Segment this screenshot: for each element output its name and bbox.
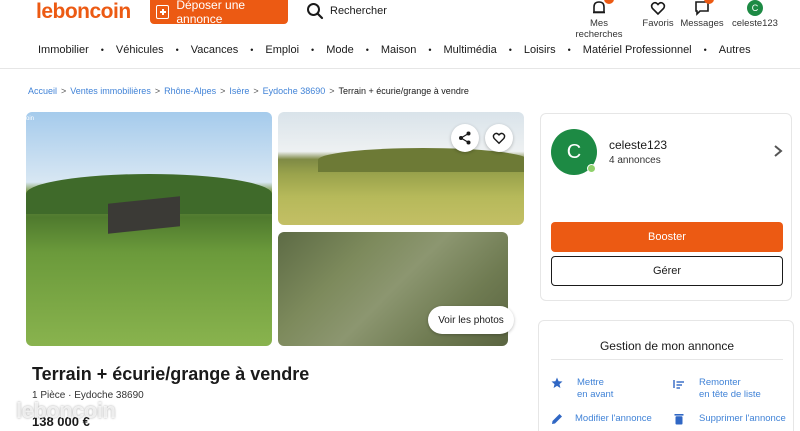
- nav-separator: •: [175, 45, 179, 55]
- photo-hill: [318, 148, 524, 172]
- header-item-account[interactable]: C celeste123: [730, 0, 780, 29]
- header-divider: [0, 68, 800, 69]
- nav-item-mode[interactable]: Mode: [326, 44, 354, 56]
- seller-ad-count: 4 annonces: [609, 155, 661, 166]
- breadcrumb-separator: >: [329, 86, 335, 96]
- nav-item-autres[interactable]: Autres: [719, 44, 751, 56]
- bump-ad-action[interactable]: Remonter en tête de liste: [673, 377, 761, 401]
- action-label: Remonter: [699, 377, 741, 388]
- ad-management-card: Gestion de mon annonce Mettre en avant Re…: [538, 320, 794, 431]
- header-item-label: Favoris: [642, 18, 674, 29]
- nav-separator: •: [428, 45, 432, 55]
- heart-icon: [492, 132, 506, 145]
- manage-button[interactable]: Gérer: [551, 256, 783, 286]
- nav-separator: •: [250, 45, 254, 55]
- post-ad-button[interactable]: Déposer une annonce: [150, 0, 288, 26]
- nav-item-loisirs[interactable]: Loisirs: [524, 44, 556, 56]
- action-label: en tête de liste: [699, 389, 761, 400]
- post-ad-label: Déposer une annonce: [176, 0, 246, 26]
- nav-separator: •: [508, 45, 512, 55]
- breadcrumb-separator: >: [61, 86, 67, 96]
- nav-item-vacances[interactable]: Vacances: [191, 44, 239, 56]
- header: leboncoin Déposer une annonce Rechercher…: [0, 0, 800, 40]
- photo-corner-text: oin: [26, 116, 35, 122]
- nav-item-emploi[interactable]: Emploi: [265, 44, 299, 56]
- breadcrumb: Accueil > Ventes immobilières > Rhône-Alpe…: [28, 86, 469, 96]
- share-icon: [459, 131, 471, 145]
- nav-separator: •: [100, 45, 104, 55]
- header-item-favoris[interactable]: Favoris: [638, 0, 678, 29]
- action-label: Mettre: [577, 377, 604, 388]
- listing-title: Terrain + écurie/grange à vendre: [32, 364, 310, 384]
- nav-item-materiel-professionnel[interactable]: Matériel Professionnel: [583, 44, 692, 56]
- breadcrumb-link[interactable]: Isère: [229, 86, 249, 96]
- nav-item-maison[interactable]: Maison: [381, 44, 416, 56]
- search-icon: [307, 3, 324, 20]
- breadcrumb-link[interactable]: Rhône-Alpes: [164, 86, 216, 96]
- trash-icon: [674, 414, 684, 425]
- nav-item-multimedia[interactable]: Multimédia: [444, 44, 497, 56]
- share-button[interactable]: [451, 124, 479, 152]
- plus-icon: [156, 5, 170, 19]
- nav-item-immobilier[interactable]: Immobilier: [38, 44, 89, 56]
- view-photos-button[interactable]: Voir les photos: [428, 306, 514, 334]
- search-button[interactable]: Rechercher: [306, 2, 387, 20]
- chevron-right-icon[interactable]: [773, 144, 783, 158]
- header-item-label: Messages: [680, 18, 724, 29]
- header-item-label: celeste123: [732, 18, 778, 29]
- breadcrumb-link[interactable]: Accueil: [28, 86, 57, 96]
- action-label: Modifier l'annonce: [575, 413, 652, 424]
- nav-item-vehicules[interactable]: Véhicules: [116, 44, 164, 56]
- online-status-dot: [587, 164, 596, 173]
- breadcrumb-separator: >: [154, 86, 161, 96]
- breadcrumb-current: Terrain + écurie/grange à vendre: [338, 86, 469, 96]
- sort-icon: [673, 380, 684, 389]
- action-label: Supprimer l'annonce: [699, 413, 786, 424]
- divider: [551, 359, 783, 360]
- avatar-icon: C: [747, 0, 763, 16]
- edit-ad-action[interactable]: Modifier l'annonce: [551, 413, 652, 425]
- breadcrumb-link[interactable]: Ventes immobilières: [70, 86, 151, 96]
- delete-ad-action[interactable]: Supprimer l'annonce: [673, 413, 786, 425]
- nav-separator: •: [567, 45, 571, 55]
- main-photo[interactable]: [26, 112, 272, 346]
- header-item-label: Mes recherches: [575, 18, 623, 40]
- photo-barn: [108, 196, 180, 234]
- logo[interactable]: leboncoin: [36, 0, 131, 24]
- breadcrumb-separator: >: [253, 86, 259, 96]
- heart-icon: [650, 1, 666, 16]
- search-label: Rechercher: [330, 5, 387, 17]
- nav-separator: •: [365, 45, 369, 55]
- breadcrumb-link[interactable]: Eydoche 38690: [263, 86, 326, 96]
- header-item-messages[interactable]: Messages: [680, 0, 724, 29]
- favorite-button[interactable]: [485, 124, 513, 152]
- ad-management-title: Gestion de mon annonce: [599, 339, 735, 353]
- nav-separator: •: [311, 45, 315, 55]
- nav-separator: •: [703, 45, 707, 55]
- highlight-ad-action[interactable]: Mettre en avant: [551, 377, 613, 401]
- pencil-icon: [552, 414, 562, 424]
- star-icon: [551, 377, 563, 388]
- booster-button[interactable]: Booster: [551, 222, 783, 252]
- action-label: en avant: [577, 389, 614, 400]
- watermark-logo: leboncoin: [16, 398, 116, 423]
- seller-card: C celeste123 4 annonces Booster Gérer: [540, 113, 792, 301]
- header-item-mes-recherches[interactable]: Mes recherches: [566, 0, 632, 40]
- category-nav: Immobilier • Véhicules • Vacances • Emploi •…: [0, 38, 800, 62]
- breadcrumb-separator: >: [220, 86, 226, 96]
- seller-name[interactable]: celeste123: [609, 138, 667, 152]
